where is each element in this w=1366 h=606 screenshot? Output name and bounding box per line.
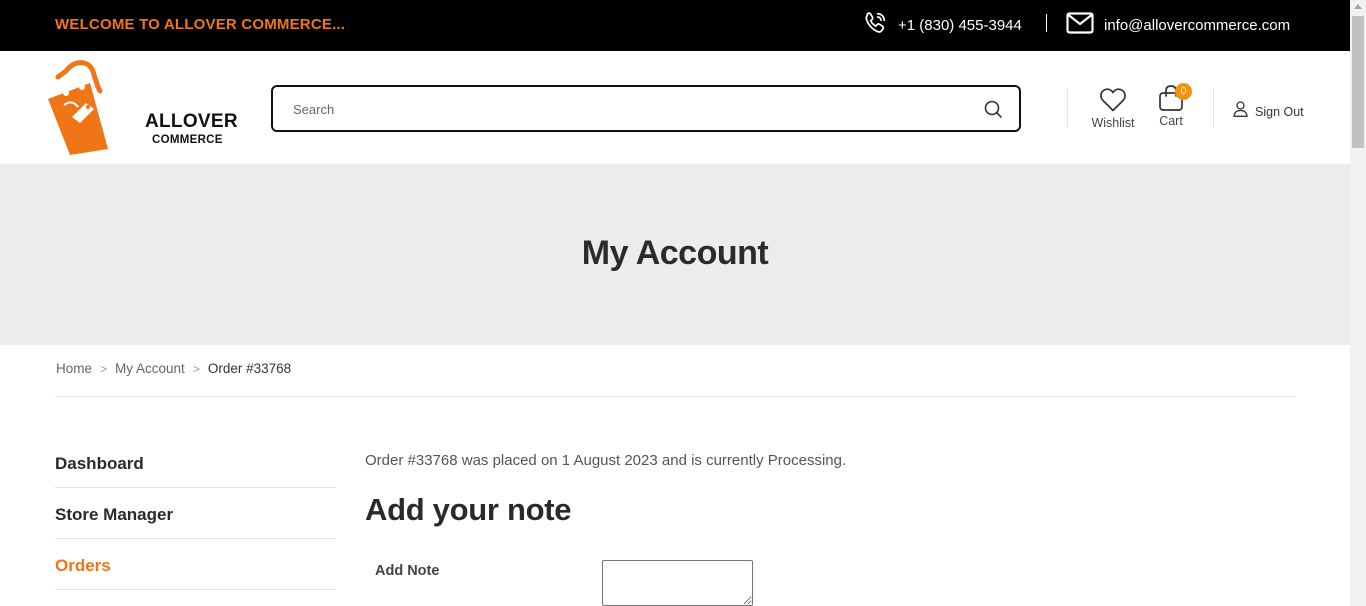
breadcrumb-home[interactable]: Home (56, 361, 92, 376)
breadcrumb-my-account[interactable]: My Account (115, 361, 185, 376)
scroll-up-arrow-icon[interactable] (1354, 4, 1362, 9)
phone-number: +1 (830) 455-3944 (898, 16, 1022, 34)
site-logo[interactable]: ALLOVER COMMERCE (46, 57, 238, 157)
heart-icon (1088, 87, 1138, 113)
note-label: Add Note (375, 563, 440, 579)
order-status-text: Order #33768 was placed on 1 August 2023… (365, 452, 847, 469)
sidebar-item-dashboard[interactable]: Dashboard (55, 437, 336, 488)
welcome-text: WELCOME TO ALLOVER COMMERCE... (55, 16, 346, 33)
breadcrumb-current: Order #33768 (207, 361, 292, 376)
site-header: ALLOVER COMMERCE Wishlist 0 Cart (0, 51, 1350, 164)
user-icon (1233, 101, 1248, 122)
logo-subtext: COMMERCE (152, 134, 223, 146)
search-input[interactable] (293, 99, 943, 119)
note-textarea[interactable] (602, 560, 753, 606)
search-icon[interactable] (983, 99, 1003, 119)
sidebar-item-store-manager[interactable]: Store Manager (55, 488, 336, 539)
account-sidebar: Dashboard Store Manager Orders (55, 437, 336, 590)
email-address: info@allovercommerce.com (1104, 16, 1291, 34)
breadcrumb: Home > My Account > Order #33768 (56, 361, 291, 376)
page-scrollbar[interactable] (1350, 0, 1366, 606)
sidebar-item-orders[interactable]: Orders (55, 539, 336, 590)
chevron-right-icon: > (192, 361, 200, 376)
breadcrumb-divider (55, 396, 1295, 397)
search-bar (271, 85, 1021, 132)
logo-wordmark: ALLOVER (145, 111, 238, 132)
header-divider (1213, 88, 1214, 128)
wishlist-button[interactable]: Wishlist (1088, 87, 1138, 130)
phone-icon (862, 10, 888, 41)
scrollbar-thumb[interactable] (1352, 16, 1364, 148)
note-heading: Add your note (365, 492, 572, 527)
chevron-right-icon: > (100, 361, 108, 376)
cart-count-badge: 0 (1175, 83, 1192, 100)
wishlist-label: Wishlist (1091, 116, 1135, 130)
header-divider (1067, 88, 1068, 128)
page-title: My Account (581, 234, 769, 272)
sign-out-label: Sign Out (1255, 104, 1304, 119)
topbar-divider (1046, 14, 1047, 32)
cart-label: Cart (1159, 114, 1183, 128)
sign-out-link[interactable]: Sign Out (1233, 101, 1304, 122)
top-bar: WELCOME TO ALLOVER COMMERCE... +1 (830) … (0, 0, 1350, 51)
email-contact[interactable]: info@allovercommerce.com (1066, 11, 1290, 39)
cart-button[interactable]: 0 Cart (1150, 83, 1192, 128)
envelope-icon (1066, 11, 1094, 39)
phone-contact[interactable]: +1 (830) 455-3944 (862, 11, 1022, 39)
page-banner: My Account (0, 164, 1350, 345)
